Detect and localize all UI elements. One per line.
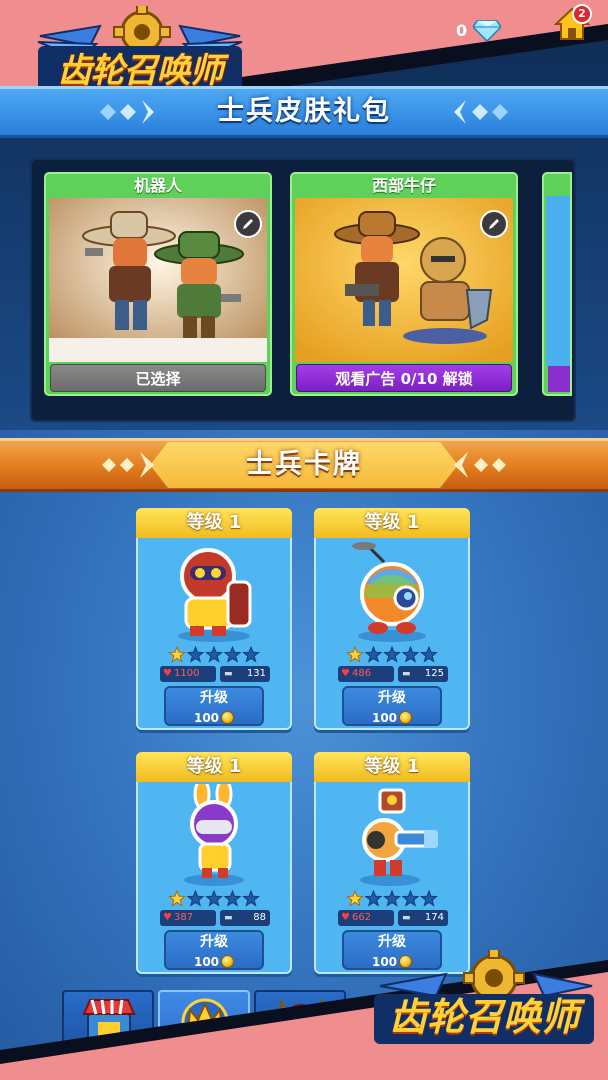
- star-empty-icon: [186, 646, 205, 663]
- star-empty-icon: [420, 646, 438, 663]
- star-icons: [346, 646, 438, 663]
- gun-icon: ▬: [224, 669, 233, 679]
- star-icons: [168, 890, 260, 907]
- skin-card-robot[interactable]: 机器人 已选择: [44, 172, 272, 396]
- star-empty-icon: [242, 890, 260, 907]
- star-filled-icon: [168, 890, 186, 907]
- hp-value: 662: [352, 912, 372, 923]
- soldier-bunny-image: [184, 784, 244, 886]
- upgrade-button[interactable]: 升级 100: [164, 930, 264, 970]
- gun-icon: ▬: [402, 913, 411, 923]
- hp-value: 1100: [174, 668, 200, 679]
- upgrade-button[interactable]: 升级 100: [164, 686, 264, 726]
- edit-icon[interactable]: [234, 210, 262, 238]
- attack-stat: ▬ 125: [398, 666, 448, 682]
- logo-text: 齿轮召唤师: [57, 51, 224, 91]
- skin-card-cowboy[interactable]: 西部牛仔 观看广告 0/10 解锁: [290, 172, 518, 396]
- skin-section-title: 士兵皮肤礼包: [217, 96, 391, 127]
- star-empty-icon: [364, 890, 383, 907]
- star-empty-icon: [383, 890, 401, 907]
- soldier-card-gunner[interactable]: 等级 1 ♥ 662 ▬ 174 升级 100: [314, 752, 470, 974]
- soldier-stats: ♥ 1100 ▬ 131: [138, 666, 290, 684]
- attack-value: 125: [424, 668, 444, 679]
- heart-icon: ♥: [163, 668, 172, 679]
- soldier-propeller-image: [352, 542, 426, 642]
- hp-value: 387: [174, 912, 194, 923]
- star-rating: [168, 646, 260, 664]
- soldier-card-armored[interactable]: 等级 1 ♥ 1100 ▬ 131 升级 100: [136, 508, 292, 730]
- card-section-title: 士兵卡牌: [246, 449, 362, 480]
- upgrade-cost: 100: [193, 955, 220, 969]
- heart-icon: ♥: [341, 912, 350, 923]
- star-empty-icon: [205, 890, 223, 907]
- logo-watermark-text: 齿轮召唤师: [388, 995, 579, 1039]
- gem-counter: 0: [420, 16, 510, 44]
- card-level: 等级 1: [314, 508, 470, 538]
- star-icons: [168, 646, 260, 663]
- star-filled-icon: [346, 890, 364, 907]
- coin-icon: [221, 955, 235, 968]
- card-level: 等级 1: [314, 752, 470, 782]
- heart-icon: ♥: [341, 668, 350, 679]
- skin-selected-button[interactable]: 已选择: [50, 364, 266, 392]
- attack-value: 174: [424, 912, 444, 923]
- star-empty-icon: [383, 646, 401, 663]
- star-filled-icon: [168, 646, 186, 663]
- watch-ad-unlock-button[interactable]: 观看广告 0/10 解锁: [296, 364, 512, 392]
- skin-card-title: 机器人: [133, 176, 182, 195]
- edit-icon[interactable]: [480, 210, 508, 238]
- star-empty-icon: [223, 646, 242, 663]
- star-empty-icon: [242, 646, 260, 663]
- upgrade-label: 升级: [378, 690, 406, 706]
- attack-value: 131: [246, 668, 266, 679]
- upgrade-button[interactable]: 升级 100: [342, 686, 442, 726]
- coin-icon: [221, 711, 235, 724]
- soldier-stats: ♥ 387 ▬ 88: [138, 910, 290, 928]
- hp-stat: ♥ 486: [338, 666, 394, 682]
- skin-card-title: 西部牛仔: [371, 176, 436, 195]
- upgrade-label: 升级: [200, 690, 228, 706]
- gun-icon: ▬: [402, 669, 411, 679]
- skin-card-next-peek[interactable]: [542, 172, 572, 396]
- gem-count: 0: [456, 20, 468, 40]
- star-empty-icon: [401, 890, 420, 907]
- upgrade-label: 升级: [378, 934, 406, 950]
- star-rating: [346, 646, 438, 664]
- star-empty-icon: [205, 646, 223, 663]
- star-icons: [346, 890, 438, 907]
- upgrade-cost: 100: [371, 711, 398, 725]
- star-empty-icon: [401, 646, 420, 663]
- soldier-armored-image: [178, 548, 252, 642]
- attack-value: 88: [253, 912, 266, 923]
- soldier-stats: ♥ 486 ▬ 125: [316, 666, 468, 684]
- star-filled-icon: [346, 646, 364, 663]
- star-empty-icon: [364, 646, 383, 663]
- soldier-card-propeller[interactable]: 等级 1 ♥ 486 ▬ 125 升级 100: [314, 508, 470, 730]
- notification-badge: 2: [572, 4, 592, 24]
- star-empty-icon: [420, 890, 438, 907]
- star-empty-icon: [186, 890, 205, 907]
- hp-stat: ♥ 387: [160, 910, 216, 926]
- star-empty-icon: [223, 890, 242, 907]
- hp-value: 486: [352, 668, 372, 679]
- soldier-stats: ♥ 662 ▬ 174: [316, 910, 468, 928]
- gem-icon: [473, 20, 502, 41]
- gun-icon: ▬: [224, 913, 233, 923]
- hp-stat: ♥ 1100: [160, 666, 216, 682]
- star-rating: [346, 890, 438, 908]
- soldier-gunner-image: [360, 788, 438, 886]
- card-level: 等级 1: [136, 752, 292, 782]
- soldier-card-bunny[interactable]: 等级 1 ♥ 387 ▬ 88 升级 100: [136, 752, 292, 974]
- attack-stat: ▬ 174: [398, 910, 448, 926]
- heart-icon: ♥: [163, 912, 172, 923]
- attack-stat: ▬ 131: [220, 666, 270, 682]
- attack-stat: ▬ 88: [220, 910, 270, 926]
- coin-icon: [399, 711, 413, 724]
- card-level: 等级 1: [136, 508, 292, 538]
- upgrade-label: 升级: [200, 934, 228, 950]
- star-rating: [168, 890, 260, 908]
- upgrade-cost: 100: [193, 711, 220, 725]
- hp-stat: ♥ 662: [338, 910, 394, 926]
